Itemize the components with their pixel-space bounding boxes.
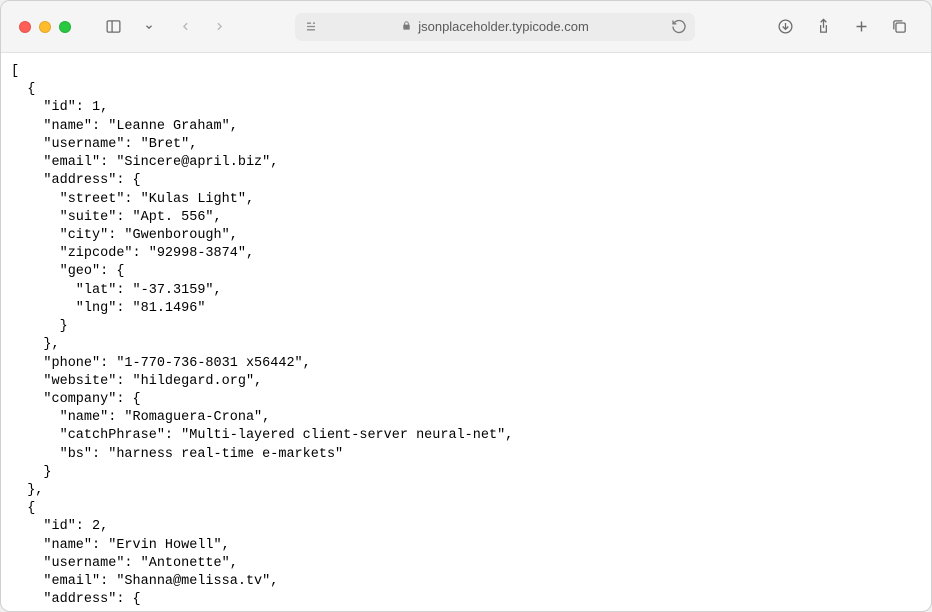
tabs-overview-button[interactable] — [885, 13, 913, 41]
minimize-window-button[interactable] — [39, 21, 51, 33]
browser-window: jsonplaceholder.typicode.com [ { "id": 1… — [0, 0, 932, 612]
page-content: [ { "id": 1, "name": "Leanne Graham", "u… — [1, 53, 931, 611]
forward-button[interactable] — [205, 13, 233, 41]
new-tab-button[interactable] — [847, 13, 875, 41]
chevron-down-icon[interactable] — [135, 13, 163, 41]
share-button[interactable] — [809, 13, 837, 41]
downloads-button[interactable] — [771, 13, 799, 41]
window-controls — [19, 21, 71, 33]
toolbar-right — [771, 13, 913, 41]
reload-button[interactable] — [671, 19, 687, 35]
fullscreen-window-button[interactable] — [59, 21, 71, 33]
address-text: jsonplaceholder.typicode.com — [418, 19, 589, 34]
sidebar-toggle-button[interactable] — [99, 13, 127, 41]
json-output: [ { "id": 1, "name": "Leanne Graham", "u… — [11, 64, 513, 611]
titlebar: jsonplaceholder.typicode.com — [1, 1, 931, 53]
nav-group — [171, 13, 233, 41]
address-bar[interactable]: jsonplaceholder.typicode.com — [295, 13, 695, 41]
close-window-button[interactable] — [19, 21, 31, 33]
reader-mode-icon[interactable] — [303, 19, 319, 35]
back-button[interactable] — [171, 13, 199, 41]
lock-icon — [401, 19, 412, 34]
